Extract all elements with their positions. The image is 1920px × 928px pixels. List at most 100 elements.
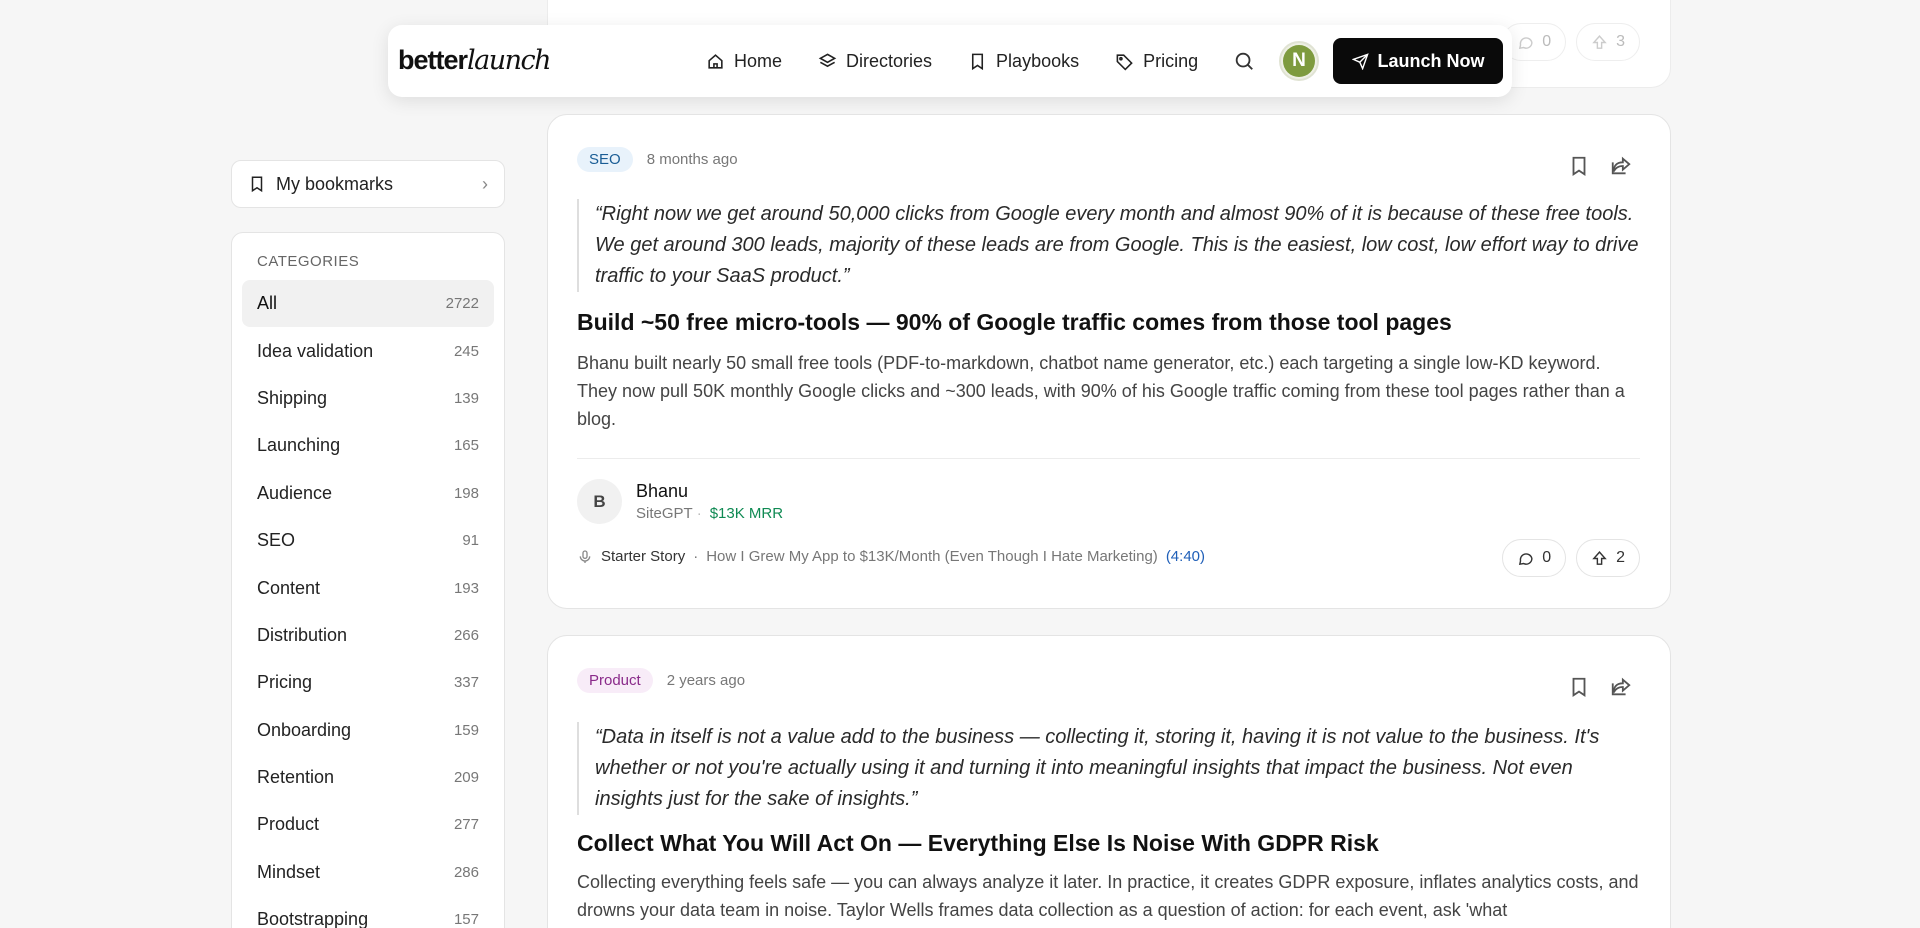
- category-mindset[interactable]: Mindset 286: [242, 849, 494, 896]
- chevron-right-icon: ›: [482, 173, 488, 194]
- category-label: Audience: [257, 482, 333, 503]
- divider: [577, 458, 1640, 459]
- categories-title: CATEGORIES: [257, 253, 360, 270]
- home-icon: [708, 53, 723, 69]
- share-icon[interactable]: [1610, 676, 1632, 698]
- card-stats: 0 2: [1502, 539, 1640, 577]
- category-audience[interactable]: Audience 198: [242, 470, 494, 517]
- category-tag[interactable]: Product: [577, 668, 653, 693]
- category-shipping[interactable]: Shipping 139: [242, 375, 494, 422]
- logo[interactable]: betterlaunch: [398, 45, 552, 76]
- category-count: 209: [453, 769, 479, 787]
- category-launching[interactable]: Launching 165: [242, 422, 494, 469]
- upvote-icon: [1592, 34, 1607, 49]
- nav-pricing-label: Pricing: [1143, 50, 1199, 71]
- quote: “Right now we get around 50,000 clicks f…: [577, 199, 1640, 292]
- launch-now-label: Launch Now: [1377, 50, 1485, 71]
- top-navbar: betterlaunch Home Directories Playbooks …: [388, 25, 1512, 97]
- card-title[interactable]: Build ~50 free micro-tools — 90% of Goog…: [577, 309, 1640, 336]
- timestamp: 8 months ago: [646, 151, 738, 168]
- category-label: Content: [257, 577, 321, 598]
- user-avatar[interactable]: N: [1279, 41, 1319, 81]
- comment-icon: [1519, 552, 1533, 565]
- author-avatar: B: [577, 479, 622, 524]
- category-count: 286: [453, 863, 479, 881]
- category-pricing[interactable]: Pricing 337: [242, 659, 494, 706]
- category-product[interactable]: Product 277: [242, 801, 494, 848]
- category-distribution[interactable]: Distribution 266: [242, 612, 494, 659]
- share-icon[interactable]: [1610, 155, 1632, 177]
- book-icon: [972, 53, 984, 70]
- timestamp: 2 years ago: [666, 672, 746, 689]
- author-mrr: $13K MRR: [709, 505, 784, 522]
- category-count: 91: [462, 532, 479, 550]
- nav-home[interactable]: Home: [706, 51, 782, 72]
- card-description: Collecting everything feels safe — you c…: [577, 872, 1639, 920]
- category-label: Shipping: [257, 387, 328, 408]
- quote: “Data in itself is not a value add to th…: [577, 722, 1640, 815]
- comments-count: 0: [1542, 549, 1552, 566]
- category-count: 193: [453, 579, 479, 597]
- card-title[interactable]: Collect What You Will Act On — Everythin…: [577, 830, 1640, 857]
- upvote-count: 2: [1616, 549, 1625, 566]
- category-tag[interactable]: SEO: [577, 147, 633, 172]
- bookmark-icon[interactable]: [1568, 676, 1590, 698]
- bookmark-icon[interactable]: [1568, 155, 1590, 177]
- upvote-count: 3: [1616, 33, 1625, 50]
- source-timestamp[interactable]: (4:40): [1166, 548, 1205, 565]
- comments-count: 0: [1542, 33, 1552, 50]
- category-count: 245: [453, 342, 479, 360]
- category-idea-validation[interactable]: Idea validation 245: [242, 327, 494, 374]
- category-count: 159: [453, 721, 479, 739]
- tag-icon: [1116, 53, 1133, 71]
- source: Starter Story · How I Grew My App to $13…: [577, 548, 1205, 565]
- comments-button[interactable]: 0: [1502, 539, 1567, 577]
- nav-pricing[interactable]: Pricing: [1115, 51, 1198, 72]
- category-count: 165: [453, 437, 479, 455]
- nav-playbooks[interactable]: Playbooks: [968, 51, 1079, 72]
- user-avatar-letter: N: [1283, 45, 1315, 77]
- nav-home-label: Home: [734, 50, 783, 71]
- category-label: Launching: [257, 435, 341, 456]
- category-label: Distribution: [257, 624, 348, 645]
- comment-icon: [1519, 36, 1533, 49]
- category-content[interactable]: Content 193: [242, 564, 494, 611]
- nav-directories[interactable]: Directories: [818, 51, 932, 72]
- category-count: 2722: [445, 295, 479, 313]
- layers-icon: [818, 52, 837, 67]
- source-title[interactable]: How I Grew My App to $13K/Month (Even Th…: [706, 548, 1158, 565]
- category-count: 277: [453, 816, 479, 834]
- source-name[interactable]: Starter Story: [601, 548, 685, 565]
- send-icon: [1351, 52, 1369, 70]
- upvote-button[interactable]: 3: [1576, 23, 1640, 61]
- bookmark-icon: [251, 176, 263, 193]
- search-icon[interactable]: [1233, 50, 1255, 72]
- author-name[interactable]: Bhanu: [636, 481, 783, 502]
- category-label: Product: [257, 814, 320, 835]
- nav-directories-label: Directories: [846, 50, 933, 71]
- category-all[interactable]: All 2722: [242, 280, 494, 328]
- category-label: SEO: [257, 530, 296, 551]
- category-seo[interactable]: SEO 91: [242, 517, 494, 564]
- category-retention[interactable]: Retention 209: [242, 754, 494, 801]
- logo-bold: better: [398, 45, 468, 75]
- category-onboarding[interactable]: Onboarding 159: [242, 707, 494, 754]
- launch-now-button[interactable]: Launch Now: [1333, 38, 1503, 84]
- category-count: 266: [453, 626, 479, 644]
- upvote-button[interactable]: 2: [1576, 539, 1640, 577]
- category-count: 198: [453, 484, 479, 502]
- logo-italic: launch: [467, 45, 552, 76]
- card-header: Product 2 years ago: [577, 668, 745, 693]
- category-label: All: [257, 293, 278, 314]
- insight-card: Product 2 years ago “Data in itself is n…: [547, 635, 1671, 928]
- category-label: Idea validation: [257, 340, 374, 361]
- my-bookmarks-button[interactable]: My bookmarks ›: [231, 160, 505, 208]
- my-bookmarks-label: My bookmarks: [276, 173, 394, 194]
- card-actions: [1568, 676, 1632, 698]
- nav-links: Home Directories Playbooks Pricing: [706, 25, 1198, 97]
- category-count: 337: [453, 674, 479, 692]
- microphone-icon: [579, 549, 591, 563]
- category-count: 157: [453, 911, 479, 928]
- category-bootstrapping[interactable]: Bootstrapping 157: [242, 896, 494, 928]
- category-label: Bootstrapping: [257, 909, 369, 928]
